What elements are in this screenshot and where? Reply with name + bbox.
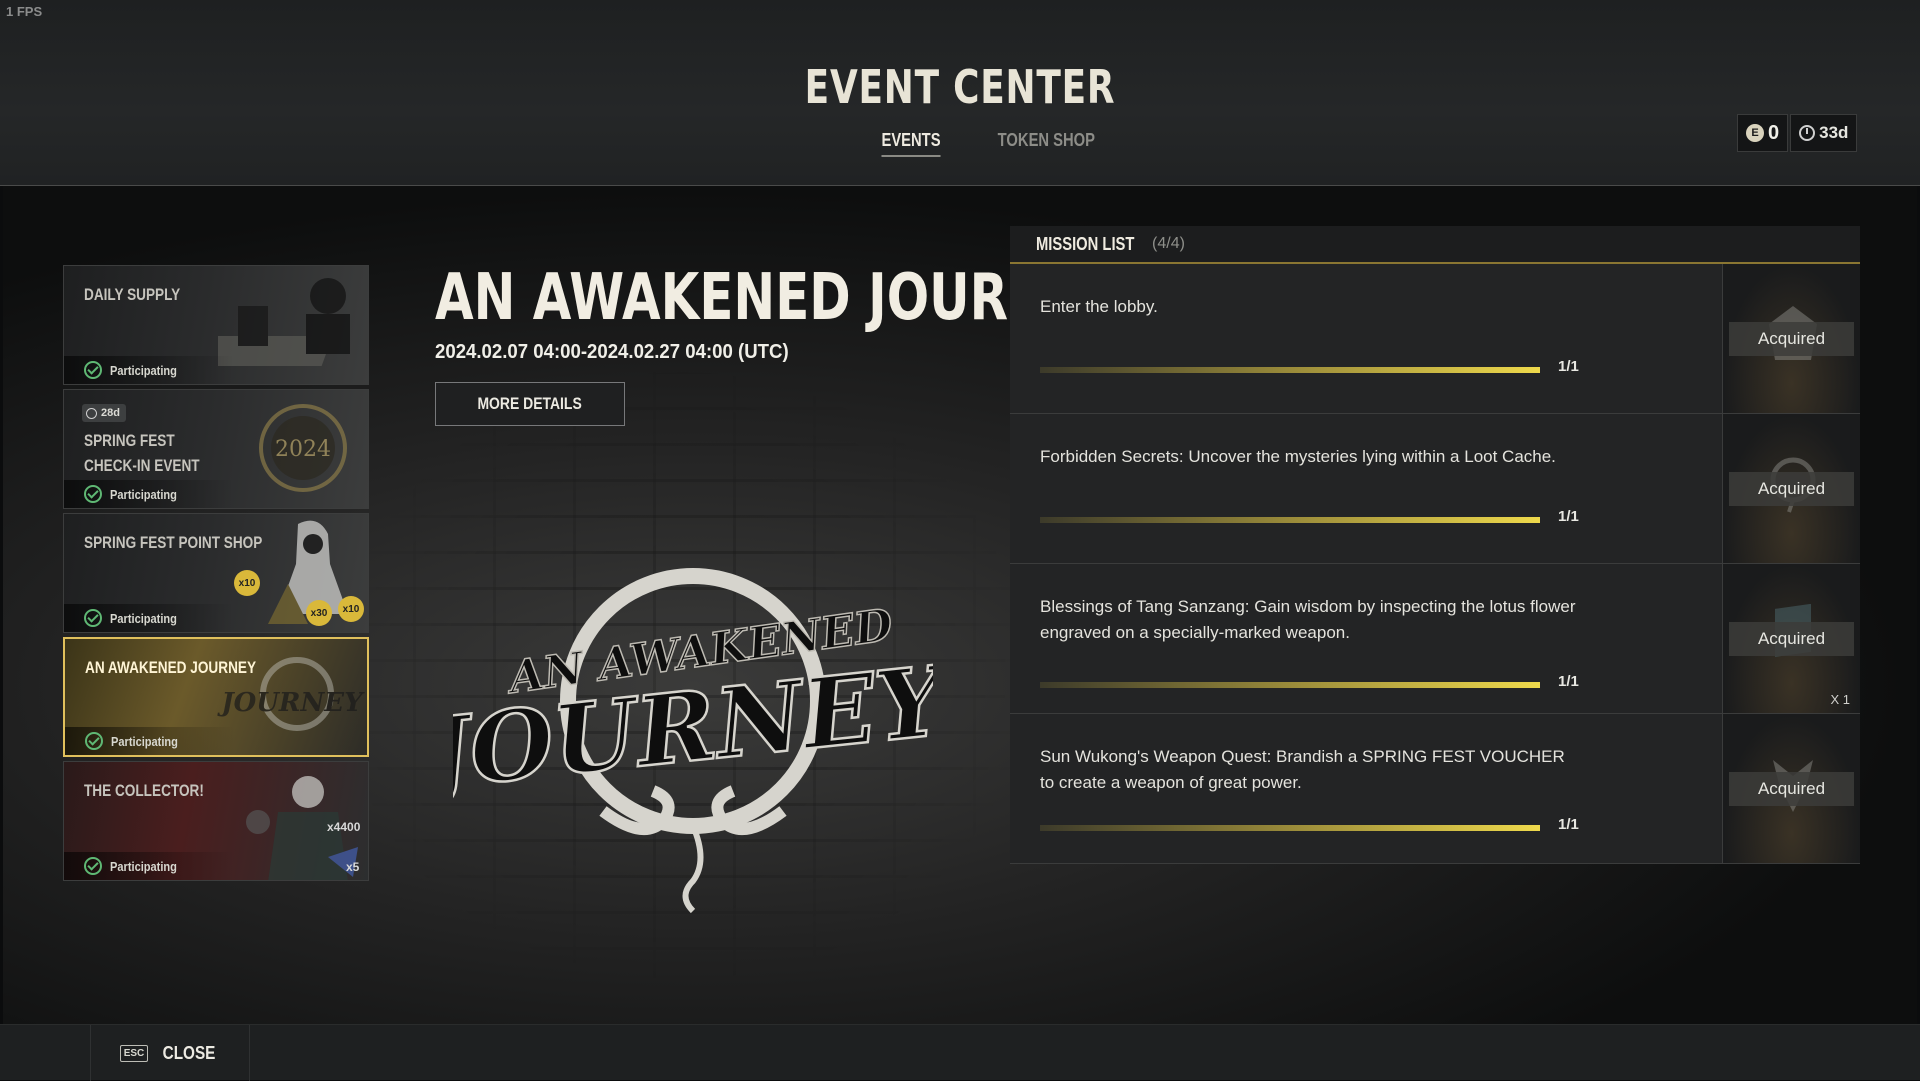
acquired-label: Acquired [1729,322,1854,356]
time-left-text: 33d [1819,123,1849,142]
mini-logo-text: JOURNEY [217,688,365,718]
mission-info: Blessings of Tang Sanzang: Gain wisdom b… [1010,564,1720,714]
reward-quantity: X 1 [1830,692,1850,707]
mission-row: Sun Wukong's Weapon Quest: Brandish a SP… [1010,714,1860,864]
mission-info: Forbidden Secrets: Uncover the mysteries… [1010,414,1720,564]
main-panel: DAILY SUPPLY Participating 2024 28d SPRI… [3,186,1917,1024]
mission-description: Blessings of Tang Sanzang: Gain wisdom b… [1040,597,1576,642]
event-list: DAILY SUPPLY Participating 2024 28d SPRI… [63,265,369,885]
event-dates: 2024.02.07 04:00-2024.02.27 04:00 (UTC) [435,341,789,363]
progress-label: 1/1 [1558,358,1579,375]
event-card-spring-fest-point-shop[interactable]: SPRING FEST POINT SHOP x10 x30 x10 Parti… [63,513,369,633]
mission-description: Forbidden Secrets: Uncover the mysteries… [1040,447,1556,466]
acquired-label: Acquired [1729,472,1854,506]
currency-display: E 0 33d [1737,114,1858,152]
event-card-title: SPRING FEST CHECK-IN EVENT [84,431,200,475]
check-circle-icon [84,609,102,627]
progress-label: 1/1 [1558,816,1579,833]
mission-list: MISSION LIST (4/4) Enter the lobby. 1/1 … [1010,226,1860,864]
participation-status: Participating [64,852,234,880]
token-balance[interactable]: E 0 [1737,114,1789,152]
reward-count-badge: x10 [234,570,260,596]
status-text: Participating [110,858,177,874]
spring-fest-2024-art: 2024 [259,404,347,492]
status-text: Participating [110,610,177,626]
check-circle-icon [84,361,102,379]
event-title: AN AWAKENED JOURNEY [435,261,1121,335]
progress-fill [1040,682,1540,688]
time-remaining: 33d [1790,114,1858,152]
art-year-text: 2024 [275,437,331,462]
event-card-title: SPRING FEST POINT SHOP [84,533,263,552]
status-text: Participating [110,362,177,378]
mission-reward[interactable]: Acquired [1722,714,1860,863]
mission-list-label: MISSION LIST [1036,233,1135,254]
progress-fill [1040,825,1540,831]
event-card-the-collector[interactable]: THE COLLECTOR! x4400 x5 Participating [63,761,369,881]
header: 1 FPS EVENT CENTER EVENTS TOKEN SHOP E 0… [0,0,1920,186]
participation-status: Participating [64,356,234,384]
tab-token-shop[interactable]: TOKEN SHOP [997,130,1094,157]
days-text: 28d [101,407,120,419]
e-coin-icon: E [1746,124,1764,142]
progress-fill [1040,517,1540,523]
mission-progress-bar [1040,825,1540,831]
event-card-daily-supply[interactable]: DAILY SUPPLY Participating [63,265,369,385]
tab-events[interactable]: EVENTS [881,130,941,157]
acquired-label: Acquired [1729,622,1854,656]
mission-progress-bar [1040,517,1540,523]
event-detail: AN AWAKENED JOURNEY 2024.02.07 04:00-202… [435,261,1121,426]
mission-row: Blessings of Tang Sanzang: Gain wisdom b… [1010,564,1860,714]
progress-fill [1040,367,1540,373]
status-text: Participating [110,486,177,502]
mission-info: Enter the lobby. 1/1 [1010,264,1720,414]
token-value: 0 [1768,121,1780,144]
days-remaining-badge: 28d [82,404,126,422]
mission-list-header: MISSION LIST (4/4) [1010,226,1860,264]
mission-description: Enter the lobby. [1040,297,1158,316]
mission-row: Enter the lobby. 1/1 Acquired [1010,264,1860,414]
participation-status: Participating [65,727,235,755]
mission-reward[interactable]: Acquired [1722,264,1860,413]
close-button[interactable]: ESC CLOSE [90,1025,250,1081]
event-card-title: AN AWAKENED JOURNEY [85,658,257,677]
reward-count-badge: x30 [306,600,332,626]
check-circle-icon [85,732,103,750]
participation-status: Participating [64,480,234,508]
mission-description: Sun Wukong's Weapon Quest: Brandish a SP… [1040,747,1565,792]
event-card-spring-fest-check-in[interactable]: 2024 28d SPRING FEST CHECK-IN EVENT Part… [63,389,369,509]
clock-icon [86,407,97,419]
mission-reward[interactable]: Acquired [1722,414,1860,563]
mission-progress-bar [1040,682,1540,688]
reward-quantity: x5 [346,860,360,874]
event-card-title: DAILY SUPPLY [84,285,181,304]
clock-icon [1799,125,1816,141]
more-details-button[interactable]: MORE DETAILS [435,382,625,426]
progress-label: 1/1 [1558,508,1579,525]
footer-bar: ESC CLOSE [0,1024,1920,1081]
status-text: Participating [111,733,178,749]
page-title: EVENT CENTER [804,60,1116,114]
acquired-label: Acquired [1729,772,1854,806]
reward-count-badge: x10 [338,596,364,622]
more-details-label: MORE DETAILS [477,394,583,413]
check-circle-icon [84,485,102,503]
event-card-awakened-journey[interactable]: JOURNEY AN AWAKENED JOURNEY Participatin… [63,637,369,757]
progress-label: 1/1 [1558,673,1579,690]
participation-status: Participating [64,604,234,632]
mission-count: (4/4) [1152,235,1185,252]
close-label: CLOSE [162,1042,216,1063]
reward-quantity: x4400 [327,820,361,834]
mission-info: Sun Wukong's Weapon Quest: Brandish a SP… [1010,714,1720,864]
fps-counter: 1 FPS [6,4,43,19]
tab-bar: EVENTS TOKEN SHOP [0,130,1920,157]
check-circle-icon [84,857,102,875]
esc-key-icon: ESC [119,1044,149,1062]
event-card-title: THE COLLECTOR! [84,781,204,800]
mission-reward[interactable]: Acquired X 1 [1722,564,1860,713]
mission-progress-bar [1040,367,1540,373]
mission-row: Forbidden Secrets: Uncover the mysteries… [1010,414,1860,564]
awakened-journey-logo: AN AWAKENED JOURNEY [453,568,933,914]
